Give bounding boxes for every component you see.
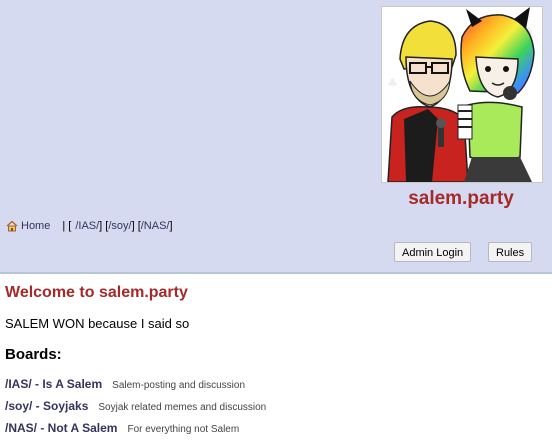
navigation-bar: Home | [ /IAS/ ] [ /soy/ ] [ /NAS/ ] (6, 220, 173, 232)
banner-image: ♠ ♣ (381, 6, 543, 183)
nav-separator: | [ (62, 220, 72, 232)
announcement-text: SALEM WON because I said so (5, 316, 190, 331)
nav-board-soy[interactable]: /soy/ (108, 220, 131, 232)
boards-heading: Boards: (5, 346, 62, 363)
board-row-nas: /NAS/ - Not A Salem For everything not S… (5, 421, 266, 443)
board-row-soy: /soy/ - Soyjaks Soyjak related memes and… (5, 399, 266, 421)
home-label: Home (21, 220, 51, 232)
welcome-heading: Welcome to salem.party (5, 284, 188, 301)
board-list: /IAS/ - Is A Salem Salem-posting and dis… (5, 377, 266, 443)
admin-login-button[interactable]: Admin Login (394, 242, 472, 262)
svg-text:♣: ♣ (387, 76, 398, 90)
board-description: For everything not Salem (127, 424, 240, 435)
home-link[interactable]: Home (6, 220, 50, 232)
nav-bracket: ] (169, 220, 173, 232)
nav-board-nas[interactable]: /NAS/ (141, 220, 170, 232)
board-description: Soyjak related memes and discussion (98, 402, 267, 413)
board-row-ias: /IAS/ - Is A Salem Salem-posting and dis… (5, 377, 266, 399)
banner-illustration-icon: ♠ ♣ (382, 7, 542, 182)
site-title: salem.party (408, 188, 514, 209)
board-description: Salem-posting and discussion (112, 380, 246, 391)
nav-bracket: ] [ (131, 220, 141, 232)
board-link-soy[interactable]: /soy/ - Soyjaks (5, 399, 88, 413)
board-link-ias[interactable]: /IAS/ - Is A Salem (5, 377, 102, 391)
nav-board-ias[interactable]: /IAS/ (75, 220, 99, 232)
board-link-nas[interactable]: /NAS/ - Not A Salem (5, 421, 117, 435)
rules-button[interactable]: Rules (488, 242, 533, 262)
header-divider (0, 272, 552, 274)
nav-bracket: ] [ (99, 220, 109, 232)
home-icon (6, 220, 18, 232)
